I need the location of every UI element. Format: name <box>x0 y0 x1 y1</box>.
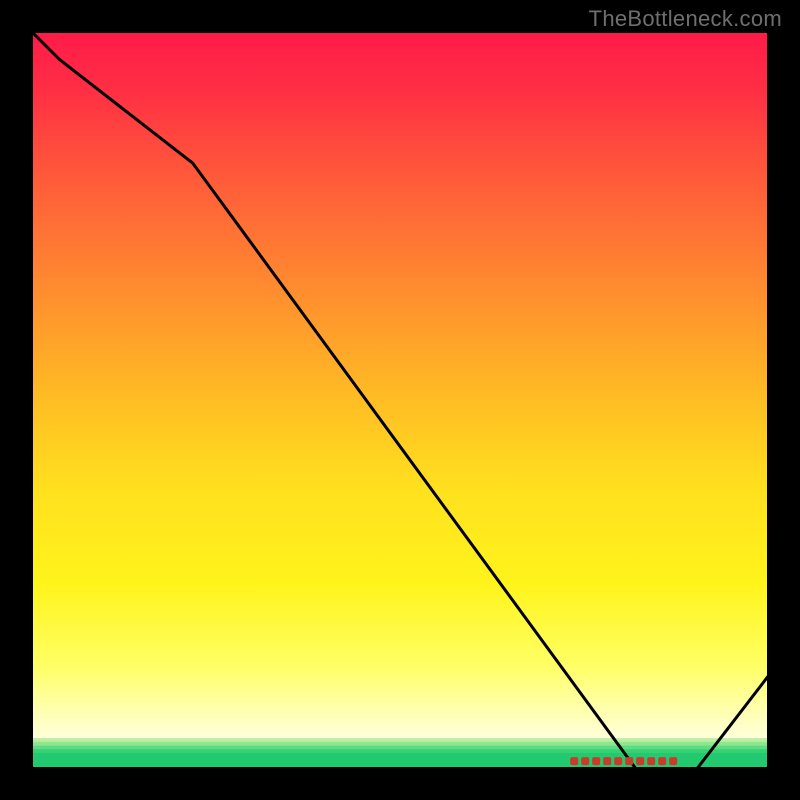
chart-container: TheBottleneck.com <box>0 0 800 800</box>
chart-svg <box>0 0 800 800</box>
plot-background <box>30 30 770 770</box>
